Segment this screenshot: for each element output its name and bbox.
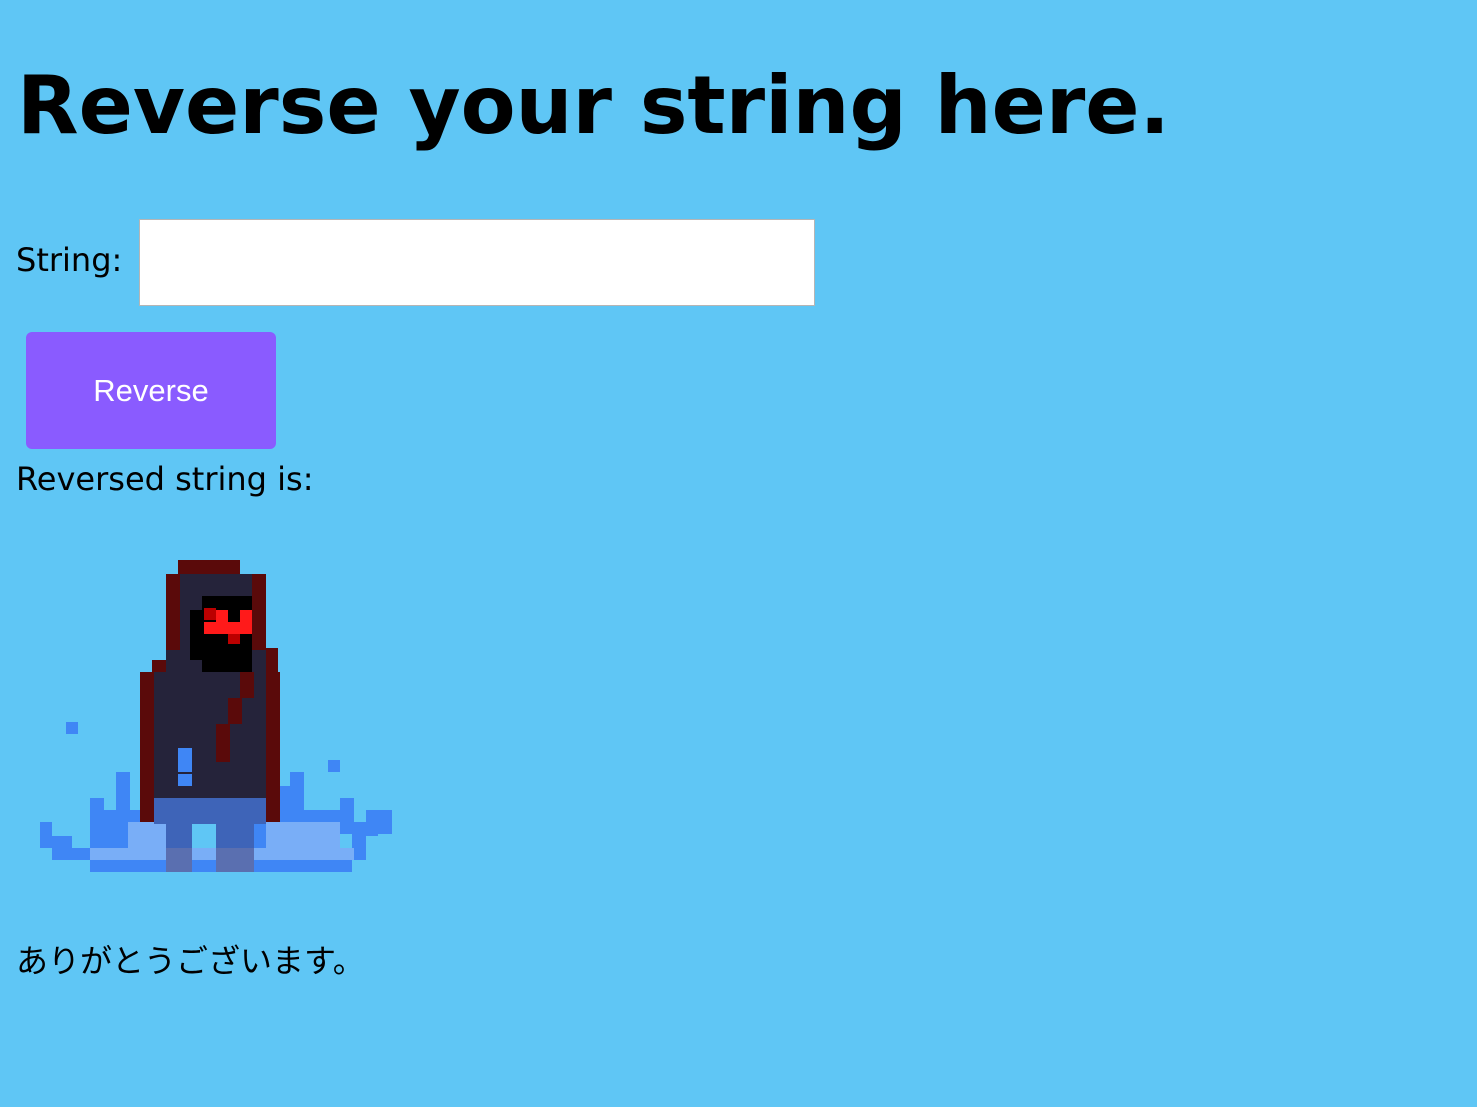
string-field-row: String: [16, 219, 815, 306]
reverse-button[interactable]: Reverse [26, 332, 276, 449]
string-label: String: [16, 240, 123, 279]
hooded-reaper-splash-sprite-icon [40, 560, 392, 872]
reversed-string-label: Reversed string is: [16, 460, 314, 498]
reversed-string-value: ありがとうございます。 [16, 942, 365, 980]
page: Reverse your string here. String: Revers… [0, 0, 1477, 1107]
string-input[interactable] [139, 219, 815, 306]
page-title: Reverse your string here. [17, 59, 1170, 152]
